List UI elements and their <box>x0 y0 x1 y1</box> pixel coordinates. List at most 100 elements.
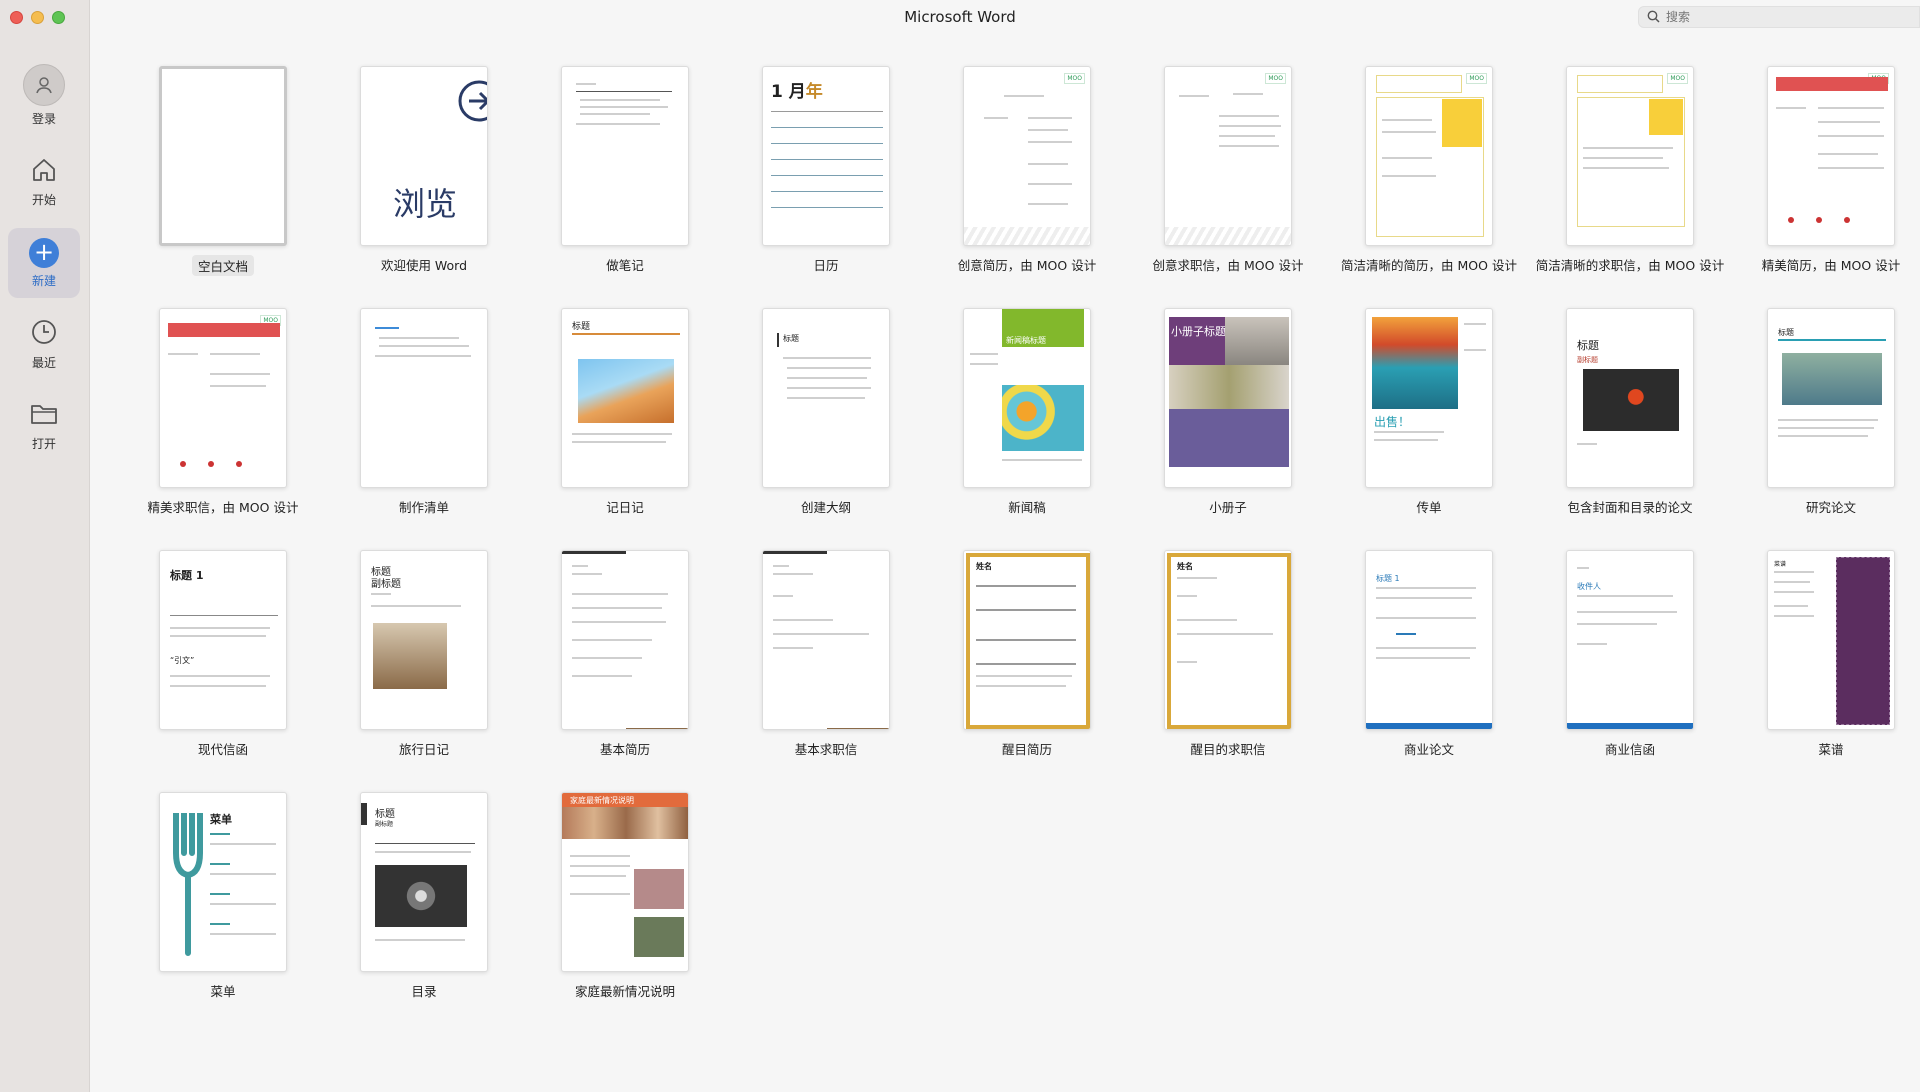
template-press-release[interactable]: 新闻稿标题 新闻稿 <box>927 308 1127 516</box>
template-business-paper[interactable]: 标题 1 商业论文 <box>1329 550 1529 758</box>
thumb-title: 家庭最新情况说明 <box>570 796 634 805</box>
template-label: 目录 <box>411 984 437 999</box>
moo-logo: MOO <box>1466 73 1487 84</box>
template-label: 商业论文 <box>1403 742 1454 757</box>
sidebar-item-login[interactable]: 登录 <box>8 62 80 128</box>
thumb-title: 标题 <box>1577 339 1599 352</box>
template-thumbnail: MOO <box>963 66 1091 246</box>
moo-logo: MOO <box>1064 73 1085 84</box>
thumb-title: 标题 <box>1778 328 1794 337</box>
sidebar-item-label: 登录 <box>31 111 56 126</box>
sidebar-item-open[interactable]: 打开 <box>8 396 80 456</box>
template-label: 现代信函 <box>197 742 248 757</box>
template-thumbnail: 菜单 <box>159 792 287 972</box>
template-business-letter[interactable]: 收件人 商业信函 <box>1530 550 1730 758</box>
template-menu[interactable]: 菜单 菜单 <box>123 792 323 1000</box>
template-clean-cover-letter-moo[interactable]: MOO 简洁清晰的求职信，由 MOO 设计 <box>1530 66 1730 274</box>
thumb-title: 标题 <box>375 809 395 820</box>
template-journal[interactable]: 标题 记日记 <box>525 308 725 516</box>
template-bold-cover-letter[interactable]: 姓名 醒目的求职信 <box>1128 550 1328 758</box>
template-label: 制作清单 <box>398 500 449 515</box>
template-thumbnail: MOO <box>1365 66 1493 246</box>
template-label: 菜单 <box>210 984 236 999</box>
sidebar-item-label: 最近 <box>31 355 56 370</box>
template-label: 包含封面和目录的论文 <box>1567 500 1693 515</box>
template-creative-resume-moo[interactable]: MOO 创意简历，由 MOO 设计 <box>927 66 1127 274</box>
template-thumbnail: 标题 1 <box>1365 550 1493 730</box>
fruit-image <box>1002 385 1084 451</box>
leaf-image <box>1583 369 1679 431</box>
search-input[interactable] <box>1666 10 1906 24</box>
template-bold-resume[interactable]: 姓名 醒目简历 <box>927 550 1127 758</box>
template-label: 研究论文 <box>1805 500 1856 515</box>
template-thumbnail: 姓名 <box>1164 550 1292 730</box>
sidebar: 登录 开始 + 新建 最近 打开 <box>0 0 90 1092</box>
plus-icon: + <box>29 237 59 268</box>
gear-image <box>375 865 467 927</box>
template-thumbnail: 浏览 <box>360 66 488 246</box>
template-thumbnail: MOO <box>1767 66 1895 246</box>
template-basic-cover-letter[interactable]: 基本求职信 <box>726 550 926 758</box>
template-table-of-contents[interactable]: 标题 副标题 目录 <box>324 792 524 1000</box>
thumb-title: 标题 1 <box>1376 574 1400 583</box>
template-modern-letter[interactable]: 标题 1 “引文” 现代信函 <box>123 550 323 758</box>
template-thumbnail: 家庭最新情况说明 <box>561 792 689 972</box>
template-thumbnail <box>360 308 488 488</box>
template-brochure[interactable]: 小册子标题 小册子 <box>1128 308 1328 516</box>
sidebar-item-new[interactable]: + 新建 <box>8 228 80 298</box>
thumb-title: 出售！ <box>1374 415 1411 429</box>
family-photos-image <box>562 807 688 839</box>
calendar-month: 1 月 <box>771 82 806 102</box>
template-take-notes[interactable]: 做笔记 <box>525 66 725 274</box>
template-label: 创建大纲 <box>800 500 851 515</box>
template-research-paper[interactable]: 标题 研究论文 <box>1731 308 1920 516</box>
template-basic-resume[interactable]: 基本简历 <box>525 550 725 758</box>
template-thumbnail: MOO <box>159 308 287 488</box>
thumb-subtitle: 副标题 <box>371 579 401 590</box>
template-label: 欢迎使用 Word <box>380 258 468 273</box>
template-travel-journal[interactable]: 标题 副标题 旅行日记 <box>324 550 524 758</box>
template-thumbnail: 标题 副标题 <box>360 550 488 730</box>
template-outline[interactable]: 标题 创建大纲 <box>726 308 926 516</box>
template-thumbnail: 出售！ <box>1365 308 1493 488</box>
template-flyer[interactable]: 出售！ 传单 <box>1329 308 1529 516</box>
template-thumbnail: 收件人 <box>1566 550 1694 730</box>
template-label: 空白文档 <box>191 255 254 276</box>
template-make-list[interactable]: 制作清单 <box>324 308 524 516</box>
template-polished-cover-letter-moo[interactable]: MOO 精美求职信，由 MOO 设计 <box>123 308 323 516</box>
template-label: 简洁清晰的简历，由 MOO 设计 <box>1341 258 1517 273</box>
sidebar-item-recent[interactable]: 最近 <box>8 314 80 374</box>
sidebar-item-label: 开始 <box>31 192 56 207</box>
sidebar-item-label: 打开 <box>31 436 56 451</box>
thumb-title: 菜单 <box>210 813 232 826</box>
template-label: 创意简历，由 MOO 设计 <box>957 258 1097 273</box>
sidebar-item-home[interactable]: 开始 <box>8 152 80 212</box>
thumb-title: 小册子标题 <box>1171 325 1226 338</box>
template-label: 记日记 <box>606 500 644 515</box>
template-label: 传单 <box>1416 500 1442 515</box>
template-label: 创意求职信，由 MOO 设计 <box>1152 258 1304 273</box>
title-bar: Microsoft Word <box>90 0 1920 34</box>
thumb-title: 菜谱 <box>1774 561 1787 568</box>
window-title: Microsoft Word <box>904 8 1016 26</box>
template-clean-resume-moo[interactable]: MOO 简洁清晰的简历，由 MOO 设计 <box>1329 66 1529 274</box>
template-label: 醒目的求职信 <box>1190 742 1266 757</box>
template-creative-cover-letter-moo[interactable]: MOO 创意求职信，由 MOO 设计 <box>1128 66 1328 274</box>
template-thumbnail <box>561 66 689 246</box>
search-box[interactable] <box>1638 6 1920 28</box>
template-blank-document[interactable]: 空白文档 <box>123 66 323 276</box>
template-family-update[interactable]: 家庭最新情况说明 家庭最新情况说明 <box>525 792 725 1000</box>
home-icon <box>30 157 58 187</box>
template-polished-resume-moo[interactable]: MOO 精美简历，由 MOO 设计 <box>1731 66 1920 274</box>
template-label: 简洁清晰的求职信，由 MOO 设计 <box>1535 258 1725 273</box>
template-paper-with-cover-toc[interactable]: 标题 副标题 包含封面和目录的论文 <box>1530 308 1730 516</box>
template-recipe[interactable]: 菜谱 菜谱 <box>1731 550 1920 758</box>
thumb-title: 姓名 <box>976 562 992 571</box>
template-thumbnail: 标题 副标题 <box>360 792 488 972</box>
template-label: 家庭最新情况说明 <box>574 984 675 999</box>
template-welcome-to-word[interactable]: 浏览 欢迎使用 Word <box>324 66 524 274</box>
template-calendar[interactable]: 1 月年 日历 <box>726 66 926 274</box>
arrow-right-circle-icon <box>458 80 487 122</box>
thumb-title: 标题 <box>783 334 799 343</box>
food-image <box>1169 365 1289 409</box>
